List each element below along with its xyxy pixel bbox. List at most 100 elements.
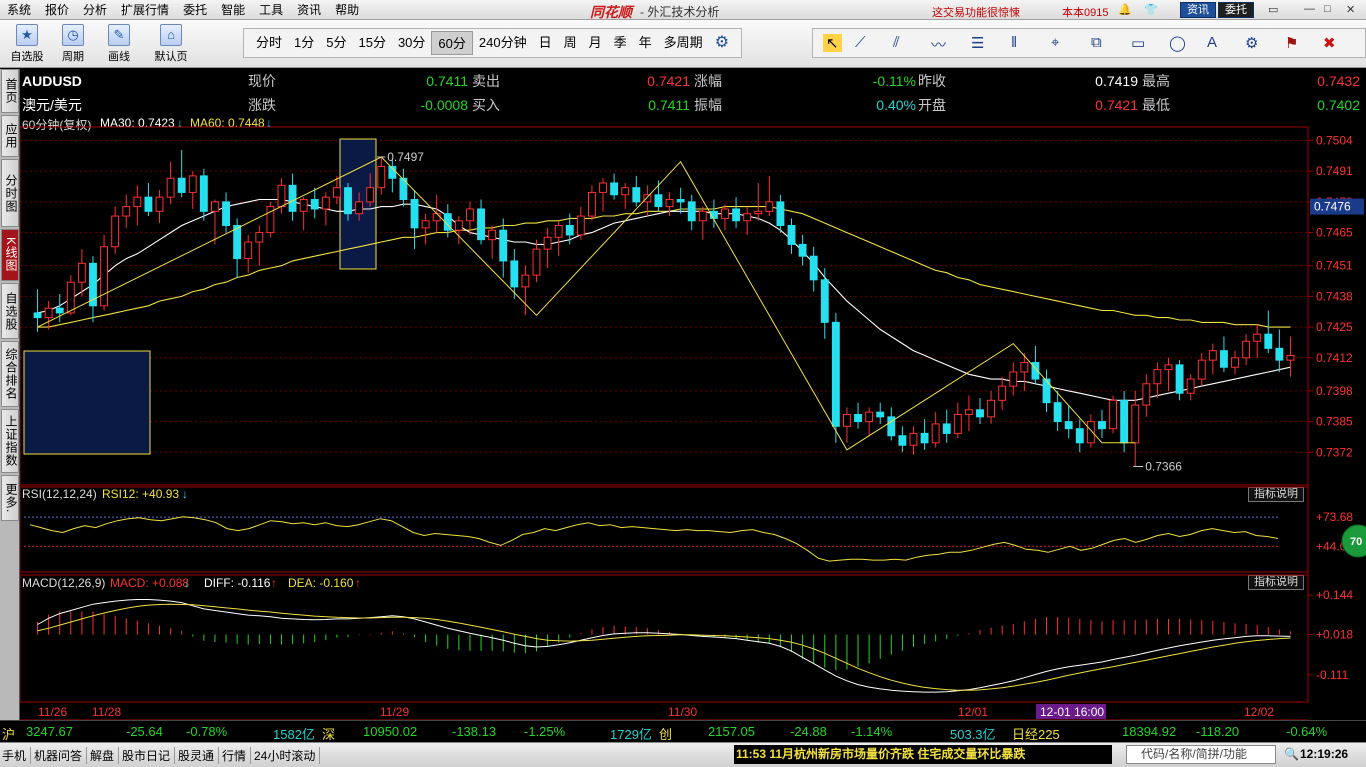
period-1m[interactable]: 1分 — [288, 31, 320, 55]
price-tick-label: 0.7372 — [1316, 445, 1353, 459]
tab-sh-index[interactable]: 上证指数 — [1, 409, 19, 473]
bottom-item-commentary[interactable]: 解盘 — [90, 747, 120, 764]
bottom-item-robot-qa[interactable]: 机器问答 — [34, 747, 88, 764]
fan-tool-icon[interactable]: ⌖ — [1051, 34, 1059, 51]
bell-icon[interactable]: 🔔 — [1118, 3, 1132, 16]
menu-extended[interactable]: 扩展行情 — [114, 1, 176, 18]
cycle-button[interactable]: ◷ 周期 — [52, 24, 94, 64]
period-week[interactable]: 周 — [558, 31, 583, 55]
kline-chart[interactable]: 0.75040.74910.74780.74650.74510.74380.74… — [20, 69, 1366, 720]
candle-body — [920, 432, 929, 444]
tab-home[interactable]: 首页 — [1, 69, 19, 113]
candle-body — [876, 411, 885, 418]
news-ticker[interactable]: 11:53 11月杭州新房市场量价齐跌 住宅成交量环比暴跌 — [734, 745, 1112, 764]
period-240m[interactable]: 240分钟 — [473, 31, 533, 55]
candle-body — [133, 196, 142, 208]
line-tool-icon[interactable]: ⟋ — [855, 34, 866, 51]
text-tool-icon[interactable]: A — [1207, 34, 1217, 51]
sz-amount: 1729亿 — [610, 727, 652, 742]
candle-body — [33, 312, 42, 319]
sz-index[interactable]: 10950.02 — [363, 724, 417, 739]
sz-change: -138.13 — [452, 724, 497, 739]
menu-trade[interactable]: 委托 — [176, 1, 214, 18]
bottom-item-24h[interactable]: 24小时滚动 — [254, 747, 321, 764]
menu-smart[interactable]: 智能 — [214, 1, 252, 18]
restore-icon[interactable]: ▭ — [1268, 3, 1278, 16]
menu-system[interactable]: 系统 — [0, 1, 38, 18]
candle-body — [654, 194, 663, 208]
period-quarter[interactable]: 季 — [608, 31, 633, 55]
minimize-icon[interactable]: — — [1304, 3, 1315, 15]
cursor-icon[interactable]: ↖ — [823, 34, 842, 52]
price-tick-label: 0.7465 — [1316, 226, 1353, 240]
rj-pct: -0.64% — [1286, 724, 1328, 739]
bottom-item-mobile[interactable]: 手机 — [2, 747, 32, 764]
candle-body — [122, 206, 131, 217]
tab-apps[interactable]: 应用 — [1, 115, 19, 157]
date-label: 11/30 — [668, 705, 697, 719]
cy-index[interactable]: 2157.05 — [708, 724, 755, 739]
period-30m[interactable]: 30分 — [392, 31, 431, 55]
sz-pct: -1.25% — [524, 724, 566, 739]
candle-body — [964, 409, 973, 415]
watchlist-button[interactable]: ★ 自选股 — [6, 24, 48, 64]
period-5m[interactable]: 5分 — [320, 31, 352, 55]
draw-line-label: 画线 — [108, 51, 130, 63]
bottom-item-ltong[interactable]: 股灵通 — [178, 747, 220, 764]
sh-index[interactable]: 3247.67 — [26, 724, 73, 739]
channel-tool-icon[interactable]: ⧉ — [1091, 34, 1102, 51]
tab-kline[interactable]: K线图 — [1, 229, 19, 281]
tab-more[interactable]: 更多. — [1, 475, 19, 521]
bookmark-tool-icon[interactable]: ⚑ — [1285, 34, 1298, 52]
menu-bar: 系统 报价 分析 扩展行情 委托 智能 工具 资讯 帮助 同花顺 - 外汇技术分… — [0, 0, 1366, 20]
panel-border — [20, 574, 1309, 703]
candle-body — [1219, 350, 1228, 368]
sh-amount: 1582亿 — [273, 727, 315, 742]
rj-index[interactable]: 18394.92 — [1122, 724, 1176, 739]
gear-icon[interactable]: ⚙ — [709, 31, 735, 55]
menu-help[interactable]: 帮助 — [328, 1, 366, 18]
tab-watchlist[interactable]: 自选股 — [1, 283, 19, 339]
period-multi[interactable]: 多周期 — [658, 31, 709, 55]
period-month[interactable]: 月 — [583, 31, 608, 55]
shirt-icon[interactable]: 👕 — [1144, 3, 1158, 16]
candle-body — [277, 184, 286, 208]
rect-tool-icon[interactable]: ▭ — [1131, 34, 1145, 52]
wave-tool-icon[interactable]: 〰 — [931, 34, 946, 55]
ellipse-tool-icon[interactable]: ◯ — [1169, 34, 1186, 52]
search-input[interactable]: 代码/名称/简拼/功能 — [1126, 745, 1276, 764]
menu-analysis[interactable]: 分析 — [76, 1, 114, 18]
rj-label: 日经225 — [1012, 727, 1060, 742]
period-60m[interactable]: 60分 — [431, 31, 473, 55]
settings-tool-icon[interactable]: ⚙ — [1245, 34, 1258, 52]
bottom-item-diary[interactable]: 股市日记 — [122, 747, 176, 764]
watchlist-label: 自选股 — [10, 51, 44, 63]
parallel-tool-icon[interactable]: ⫽ — [893, 34, 900, 51]
candle-body — [610, 182, 619, 196]
date-label: 11/26 — [38, 705, 67, 719]
notice-text[interactable]: 这交易功能很惊悚 — [932, 4, 1020, 20]
draw-line-button[interactable]: ✎ 画线 — [98, 24, 140, 64]
close-icon[interactable]: ✕ — [1346, 3, 1355, 16]
menu-tools[interactable]: 工具 — [252, 1, 290, 18]
period-15m[interactable]: 15分 — [352, 31, 391, 55]
candle-body — [865, 411, 874, 423]
tab-ranking[interactable]: 综合排名 — [1, 341, 19, 407]
fib-tool-icon[interactable]: ☰ — [971, 34, 984, 52]
period-year[interactable]: 年 — [633, 31, 658, 55]
menu-quote[interactable]: 报价 — [38, 1, 76, 18]
maximize-icon[interactable]: □ — [1324, 3, 1331, 15]
period-timeshare[interactable]: 分时 — [250, 31, 288, 55]
delete-tool-icon[interactable]: ✖ — [1323, 34, 1336, 52]
period-day[interactable]: 日 — [533, 31, 558, 55]
search-icon[interactable]: 🔍 — [1284, 747, 1299, 761]
bottom-item-market[interactable]: 行情 — [222, 747, 252, 764]
tab-timeshare[interactable]: 分时图 — [1, 159, 19, 227]
candle-body — [1231, 357, 1239, 368]
bars-tool-icon[interactable]: ‖ — [1011, 34, 1017, 51]
menu-news[interactable]: 资讯 — [290, 1, 328, 18]
price-tick-label: 0.7451 — [1316, 259, 1353, 273]
news-button[interactable]: 资讯 — [1180, 2, 1216, 18]
trade-button[interactable]: 委托 — [1218, 2, 1254, 18]
default-page-button[interactable]: ⌂ 默认页 — [150, 24, 192, 64]
